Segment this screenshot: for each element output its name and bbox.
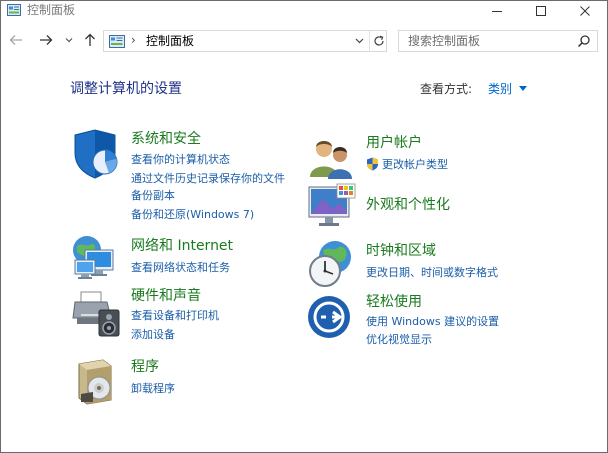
- arrow-left-icon: [9, 35, 22, 45]
- link-change-date-time-format[interactable]: 更改日期、时间或数字格式: [366, 266, 498, 280]
- category-hardware-sound[interactable]: 硬件和声音: [131, 287, 201, 305]
- link-optimize-visual-display[interactable]: 优化视觉显示: [366, 333, 432, 347]
- back-button[interactable]: [7, 31, 25, 49]
- refresh-button[interactable]: [369, 31, 387, 51]
- printer-speaker-icon[interactable]: [71, 288, 121, 338]
- arrow-up-icon: [85, 33, 95, 46]
- refresh-icon: [373, 35, 384, 46]
- search-input[interactable]: [399, 31, 575, 51]
- link-change-account-type[interactable]: 更改帐户类型: [382, 158, 448, 172]
- close-button[interactable]: [563, 1, 607, 21]
- view-by-label: 查看方式:: [420, 82, 473, 96]
- clock-globe-icon[interactable]: [307, 239, 357, 289]
- uac-shield-icon: [367, 157, 378, 171]
- category-ease-of-access[interactable]: 轻松使用: [366, 293, 422, 311]
- category-programs[interactable]: 程序: [131, 358, 159, 376]
- minimize-button[interactable]: [475, 1, 519, 21]
- link-devices-printers[interactable]: 查看设备和打印机: [131, 309, 219, 323]
- link-uninstall-program[interactable]: 卸载程序: [131, 382, 175, 396]
- control-panel-window: 控制面板 › 控制面板 搜索控制面板 调整计算机的设置 查看方式: 类别 系统和…: [0, 0, 608, 453]
- link-add-device[interactable]: 添加设备: [131, 328, 175, 342]
- shield-chart-icon[interactable]: [71, 129, 121, 179]
- link-file-history[interactable]: 通过文件历史记录保存你的文件: [131, 172, 285, 186]
- monitor-palette-icon[interactable]: [307, 183, 357, 233]
- link-backup-copies[interactable]: 备份副本: [131, 189, 175, 203]
- chevron-down-icon: [65, 38, 73, 43]
- link-view-computer-status[interactable]: 查看你的计算机状态: [131, 153, 230, 167]
- ease-of-access-icon[interactable]: [307, 293, 357, 343]
- breadcrumb-control-panel[interactable]: 控制面板: [146, 34, 194, 48]
- title-bar: 控制面板: [1, 1, 607, 21]
- link-backup-restore[interactable]: 备份和还原(Windows 7): [131, 208, 254, 222]
- maximize-icon: [536, 6, 546, 16]
- up-button[interactable]: [81, 31, 99, 49]
- category-user-accounts[interactable]: 用户帐户: [366, 134, 422, 152]
- link-network-status[interactable]: 查看网络状态和任务: [131, 261, 230, 275]
- programs-disc-icon[interactable]: [71, 356, 121, 406]
- recent-locations-button[interactable]: [63, 31, 75, 49]
- breadcrumb-separator[interactable]: ›: [131, 33, 136, 47]
- network-globe-icon[interactable]: [71, 234, 121, 284]
- page-title: 调整计算机的设置: [70, 81, 182, 97]
- control-panel-icon: [109, 35, 125, 48]
- maximize-button[interactable]: [519, 1, 563, 21]
- address-history-dropdown[interactable]: [351, 34, 367, 48]
- search-icon[interactable]: [577, 34, 591, 48]
- caret-down-icon[interactable]: [519, 86, 527, 91]
- navigation-bar: › 控制面板: [1, 25, 607, 57]
- chevron-down-icon: [355, 38, 363, 44]
- forward-button[interactable]: [37, 31, 55, 49]
- window-title: 控制面板: [27, 3, 76, 17]
- category-clock-region[interactable]: 时钟和区域: [366, 242, 436, 260]
- arrow-right-icon: [40, 35, 53, 45]
- category-system-security[interactable]: 系统和安全: [131, 130, 201, 148]
- view-by-dropdown[interactable]: 类别: [488, 81, 512, 97]
- category-appearance-personalization[interactable]: 外观和个性化: [366, 196, 450, 214]
- category-network-internet[interactable]: 网络和 Internet: [131, 237, 233, 255]
- minimize-icon: [492, 11, 502, 12]
- link-windows-recommended-settings[interactable]: 使用 Windows 建议的设置: [366, 315, 499, 329]
- search-box[interactable]: [398, 30, 598, 52]
- users-icon[interactable]: [307, 133, 357, 183]
- control-panel-app-icon: [7, 4, 21, 16]
- close-icon: [580, 6, 590, 16]
- address-bar[interactable]: › 控制面板: [103, 30, 387, 52]
